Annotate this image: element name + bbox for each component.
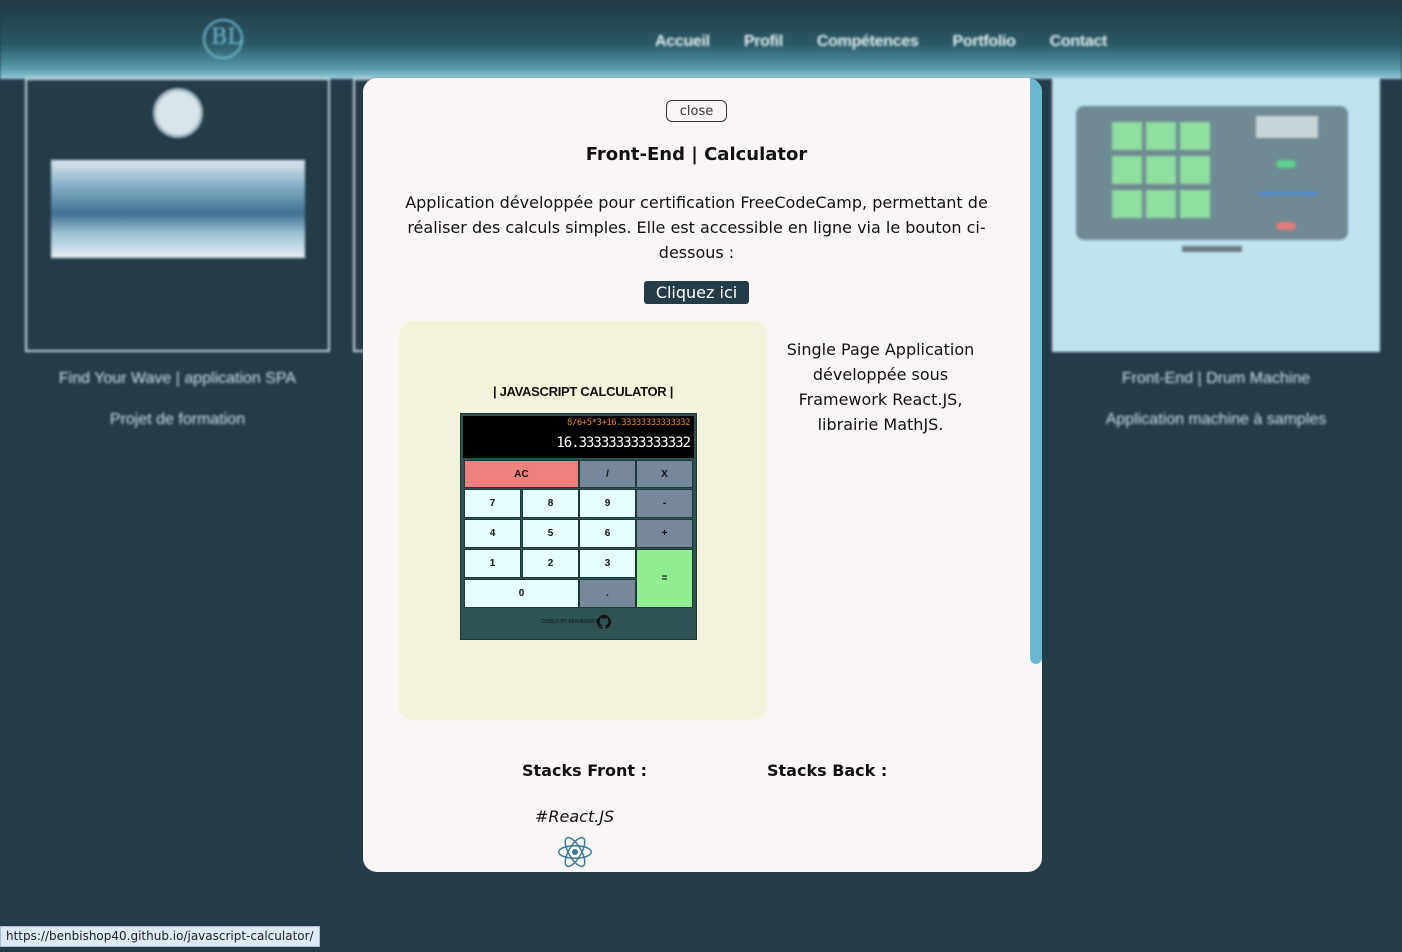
react-icon [558,836,592,868]
key-2: 2 [522,549,579,578]
key-7: 7 [464,489,521,518]
project-summary: Single Page Application développée sous … [786,340,975,434]
portfolio-card-drum-machine[interactable] [1052,78,1380,352]
preview-heading: | JAVASCRIPT CALCULATOR | [492,384,674,399]
calculator-screen: 8/6+5*3+16.33333333333332 16.33333333333… [463,416,694,458]
key-minus: - [636,489,693,518]
github-icon [597,615,611,629]
key-ac: AC [464,460,579,488]
nav-link-contact[interactable]: Contact [1050,33,1108,51]
calculator-result: 16.333333333333332 [556,435,691,451]
nav-link-profil[interactable]: Profil [744,33,783,51]
logo-text: BL [211,25,242,50]
nav-link-accueil[interactable]: Accueil [655,33,710,51]
key-9: 9 [579,489,636,518]
key-4: 4 [464,519,521,548]
key-3: 3 [579,549,636,578]
project-preview: | JAVASCRIPT CALCULATOR | 8/6+5*3+16.333… [399,321,767,720]
key-0: 0 [464,579,579,608]
badge-image [153,88,203,138]
stack-react-tag: #React.JS [535,807,615,826]
modal-scrollbar[interactable] [1030,78,1042,664]
nav-link-portfolio[interactable]: Portfolio [953,33,1016,51]
open-project-button[interactable]: Cliquez ici [644,281,749,304]
key-1: 1 [464,549,521,578]
key-6: 6 [579,519,636,548]
navbar: BL Accueil Profil Compétences Portfolio … [0,3,1402,79]
card-title-find-your-wave: Find Your Wave | application SPA [58,370,297,387]
modal-title: Front-End | Calculator [585,144,808,165]
key-5: 5 [522,519,579,548]
modal-description: Application développée pour certificatio… [405,193,988,262]
key-decimal: . [579,579,636,608]
calculator-preview: 8/6+5*3+16.33333333333332 16.33333333333… [460,413,697,640]
calculator-formula: 8/6+5*3+16.33333333333332 [567,418,690,428]
key-multiply: X [636,460,693,488]
drum-machine-image [1076,106,1348,240]
nav-link-competences[interactable]: Compétences [817,33,919,51]
close-button[interactable]: close [666,100,727,122]
key-plus: + [636,519,693,548]
calculator-credit: CODED BY BEN BISHOP [541,619,599,625]
key-divide: / [579,460,636,488]
project-modal: close Front-End | Calculator Application… [363,78,1042,872]
stacks-back-label: Stacks Back : [767,761,888,780]
stacks-front-label: Stacks Front : [522,761,647,780]
portfolio-card-find-your-wave[interactable] [25,78,330,352]
site-logo[interactable]: BL [203,19,243,59]
wave-image [51,160,305,258]
card-title-drum-machine: Front-End | Drum Machine [1121,370,1311,387]
key-8: 8 [522,489,579,518]
status-bar-url: https://benbishop40.github.io/javascript… [0,926,320,947]
key-equals: = [636,549,693,608]
card-subtitle-find-your-wave: Projet de formation [109,411,246,428]
nav-links: Accueil Profil Compétences Portfolio Con… [655,33,1107,51]
card-subtitle-drum-machine: Application machine à samples [1105,411,1327,428]
